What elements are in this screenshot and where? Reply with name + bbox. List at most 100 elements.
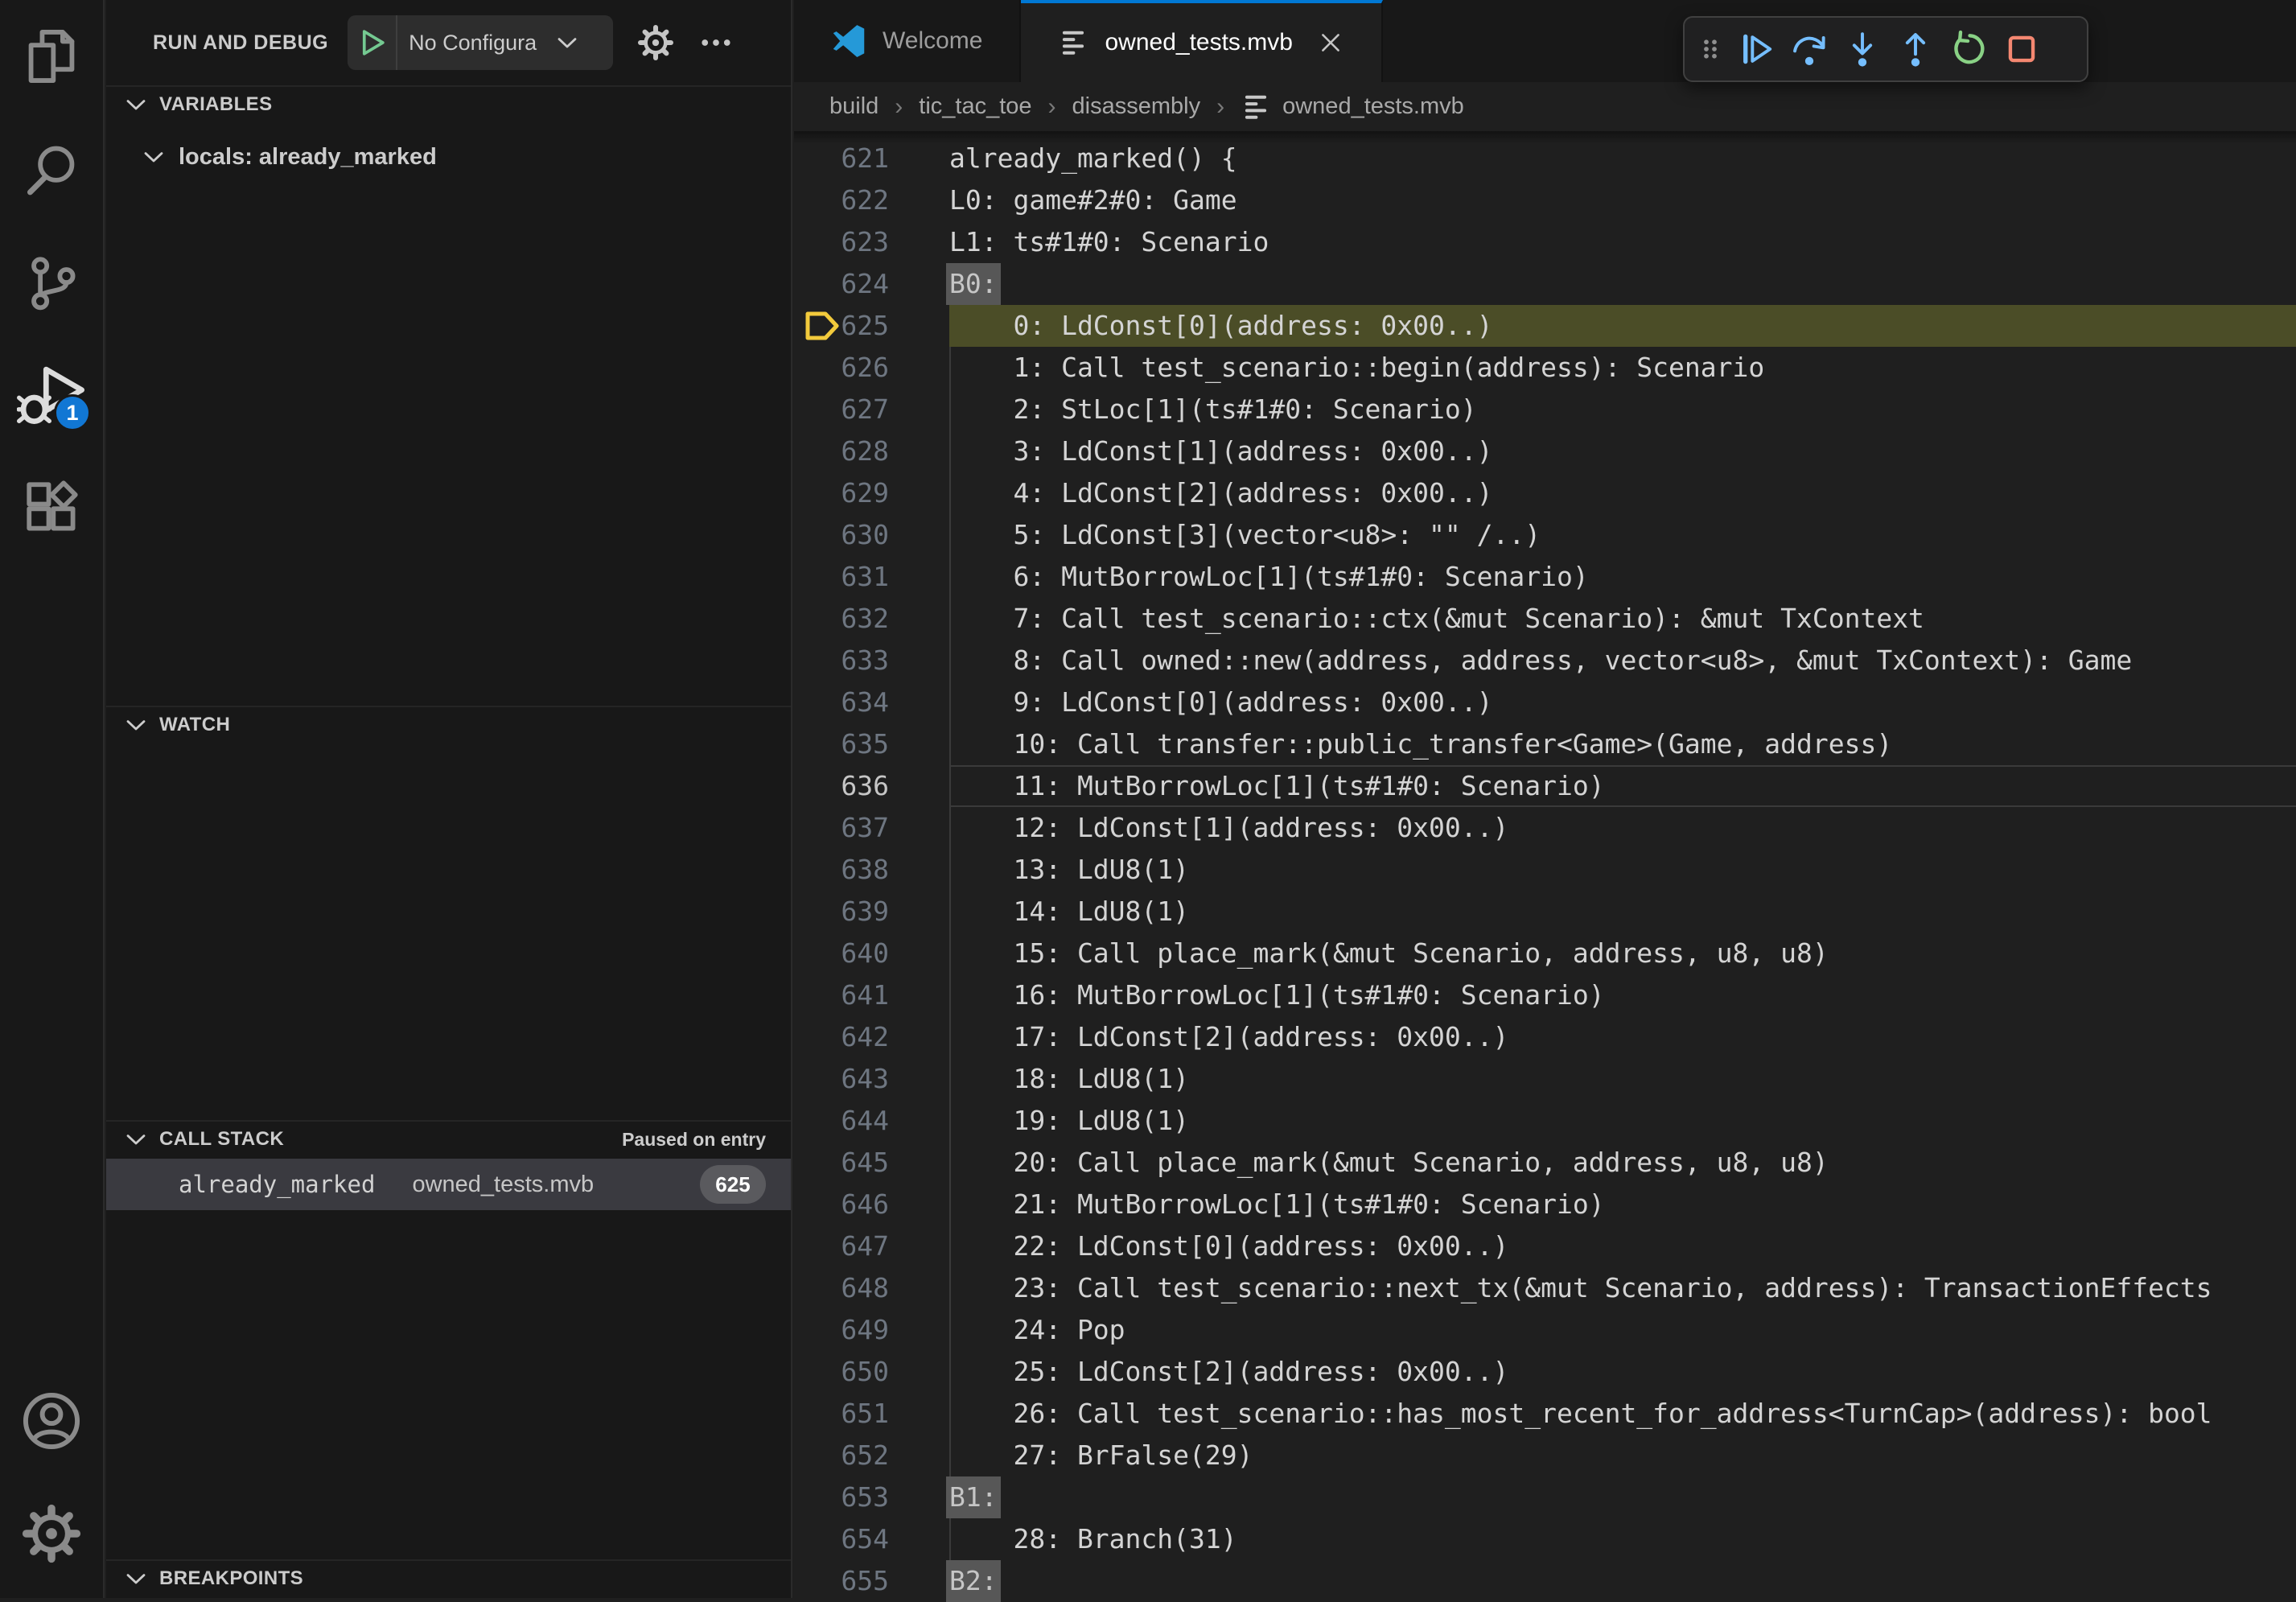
line-number[interactable]: 647 <box>794 1225 889 1267</box>
line-number[interactable]: 628 <box>794 430 889 472</box>
code-text[interactable]: 23: Call test_scenario::next_tx(&mut Sce… <box>949 1267 2296 1309</box>
code-text[interactable]: 18: LdU8(1) <box>949 1058 2296 1100</box>
line-number[interactable]: 639 <box>794 891 889 933</box>
continue-button[interactable] <box>1730 20 1783 78</box>
code-text[interactable]: 15: Call place_mark(&mut Scenario, addre… <box>949 933 2296 974</box>
line-number[interactable]: 641 <box>794 974 889 1016</box>
line-number[interactable]: 650 <box>794 1351 889 1393</box>
line-number[interactable]: 645 <box>794 1142 889 1184</box>
tab-welcome[interactable]: Welcome <box>794 0 1021 82</box>
code-text[interactable]: 1: Call test_scenario::begin(address): S… <box>949 347 2296 389</box>
line-number[interactable]: 646 <box>794 1184 889 1225</box>
line-number[interactable]: 624 <box>794 263 889 305</box>
activity-bar-item-source-control[interactable] <box>0 225 104 338</box>
code-text[interactable]: 7: Call test_scenario::ctx(&mut Scenario… <box>949 598 2296 640</box>
code-text[interactable]: 17: LdConst[2](address: 0x00..) <box>949 1016 2296 1058</box>
line-number[interactable]: 643 <box>794 1058 889 1100</box>
breadcrumb-item[interactable]: tic_tac_toe <box>919 93 1031 120</box>
code-text[interactable]: 10: Call transfer::public_transfer<Game>… <box>949 723 2296 765</box>
variables-section-header[interactable]: VARIABLES <box>106 85 791 122</box>
line-number[interactable]: 654 <box>794 1518 889 1560</box>
code-text[interactable]: 8: Call owned::new(address, address, vec… <box>949 640 2296 682</box>
more-actions-icon[interactable] <box>698 25 734 60</box>
code-text[interactable]: 11: MutBorrowLoc[1](ts#1#0: Scenario) <box>949 765 2296 807</box>
code-text[interactable]: 2: StLoc[1](ts#1#0: Scenario) <box>949 389 2296 430</box>
activity-bar-item-account[interactable] <box>0 1365 104 1477</box>
stop-button[interactable] <box>1995 20 2048 78</box>
code-text[interactable]: 0: LdConst[0](address: 0x00..) <box>949 305 2296 347</box>
tab-owned-tests-mvb[interactable]: owned_tests.mvb <box>1021 0 1382 82</box>
activity-bar-item-search[interactable] <box>0 113 104 225</box>
call-stack-section-header[interactable]: CALL STACK Paused on entry <box>106 1120 791 1157</box>
code-text[interactable]: 24: Pop <box>949 1309 2296 1351</box>
breadcrumb-item[interactable]: disassembly <box>1072 93 1201 120</box>
activity-bar-item-run-and-debug[interactable]: 1 <box>0 338 104 451</box>
line-number[interactable]: 631 <box>794 556 889 598</box>
code-text[interactable]: 16: MutBorrowLoc[1](ts#1#0: Scenario) <box>949 974 2296 1016</box>
line-number[interactable]: 638 <box>794 849 889 891</box>
restart-button[interactable] <box>1942 20 1995 78</box>
code-text[interactable]: 4: LdConst[2](address: 0x00..) <box>949 472 2296 514</box>
code-text[interactable]: B0: <box>949 263 2296 305</box>
line-number[interactable]: 644 <box>794 1100 889 1142</box>
line-number[interactable]: 629 <box>794 472 889 514</box>
step-into-button[interactable] <box>1836 20 1889 78</box>
gripper-icon[interactable] <box>1691 20 1730 78</box>
breadcrumb-item[interactable]: build <box>829 93 878 120</box>
line-number[interactable]: 622 <box>794 179 889 221</box>
code-text[interactable]: L0: game#2#0: Game <box>949 179 2296 221</box>
step-over-button[interactable] <box>1783 20 1836 78</box>
line-number[interactable]: 637 <box>794 807 889 849</box>
line-number[interactable]: 648 <box>794 1267 889 1309</box>
code-text[interactable]: 22: LdConst[0](address: 0x00..) <box>949 1225 2296 1267</box>
variables-locals-row[interactable]: locals: already_marked <box>106 135 791 179</box>
code-text[interactable]: 12: LdConst[1](address: 0x00..) <box>949 807 2296 849</box>
line-number[interactable]: 635 <box>794 723 889 765</box>
line-number[interactable]: 642 <box>794 1016 889 1058</box>
line-number[interactable]: 636 <box>794 765 889 807</box>
line-number[interactable]: 640 <box>794 933 889 974</box>
line-number[interactable]: 632 <box>794 598 889 640</box>
watch-section-header[interactable]: WATCH <box>106 706 791 743</box>
line-number[interactable]: 630 <box>794 514 889 556</box>
code-text[interactable]: 9: LdConst[0](address: 0x00..) <box>949 682 2296 723</box>
activity-bar-item-explorer[interactable] <box>0 0 104 113</box>
line-number[interactable]: 633 <box>794 640 889 682</box>
line-number[interactable]: 627 <box>794 389 889 430</box>
activity-bar-item-settings-gear[interactable] <box>0 1477 104 1590</box>
code-text[interactable]: 3: LdConst[1](address: 0x00..) <box>949 430 2296 472</box>
line-number[interactable]: 649 <box>794 1309 889 1351</box>
close-icon[interactable] <box>1317 29 1344 56</box>
code-text[interactable]: 5: LdConst[3](vector<u8>: "" /..) <box>949 514 2296 556</box>
line-number[interactable]: 626 <box>794 347 889 389</box>
code-text[interactable]: 6: MutBorrowLoc[1](ts#1#0: Scenario) <box>949 556 2296 598</box>
code-text[interactable]: L1: ts#1#0: Scenario <box>949 221 2296 263</box>
line-number[interactable]: 653 <box>794 1476 889 1518</box>
breadcrumb-item-file[interactable]: owned_tests.mvb <box>1241 92 1464 122</box>
code-text[interactable]: already_marked() { <box>949 138 2296 179</box>
line-number[interactable]: 651 <box>794 1393 889 1435</box>
line-number[interactable]: 621 <box>794 138 889 179</box>
code-text[interactable]: B1: <box>949 1476 2296 1518</box>
line-number[interactable]: 623 <box>794 221 889 263</box>
code-text[interactable]: 21: MutBorrowLoc[1](ts#1#0: Scenario) <box>949 1184 2296 1225</box>
line-number[interactable]: 655 <box>794 1560 889 1602</box>
activity-bar-item-extensions[interactable] <box>0 451 104 563</box>
code-text[interactable]: 25: LdConst[2](address: 0x00..) <box>949 1351 2296 1393</box>
debug-settings-gear-icon[interactable] <box>637 24 674 61</box>
code-text[interactable]: 14: LdU8(1) <box>949 891 2296 933</box>
code-text[interactable]: 26: Call test_scenario::has_most_recent_… <box>949 1393 2296 1435</box>
code-text[interactable]: B2: <box>949 1560 2296 1602</box>
call-stack-frame[interactable]: already_markedowned_tests.mvb625 <box>106 1159 791 1210</box>
start-debug-icon[interactable] <box>348 15 397 70</box>
line-number[interactable]: 634 <box>794 682 889 723</box>
code-text[interactable]: 28: Branch(31) <box>949 1518 2296 1560</box>
debug-configuration-dropdown[interactable]: No Configura <box>348 15 613 70</box>
line-number[interactable]: 652 <box>794 1435 889 1476</box>
code-text[interactable]: 13: LdU8(1) <box>949 849 2296 891</box>
code-text[interactable]: 27: BrFalse(29) <box>949 1435 2296 1476</box>
code-text[interactable]: 20: Call place_mark(&mut Scenario, addre… <box>949 1142 2296 1184</box>
code-text[interactable]: 19: LdU8(1) <box>949 1100 2296 1142</box>
step-out-button[interactable] <box>1889 20 1942 78</box>
breakpoints-section-header[interactable]: BREAKPOINTS <box>106 1559 791 1596</box>
